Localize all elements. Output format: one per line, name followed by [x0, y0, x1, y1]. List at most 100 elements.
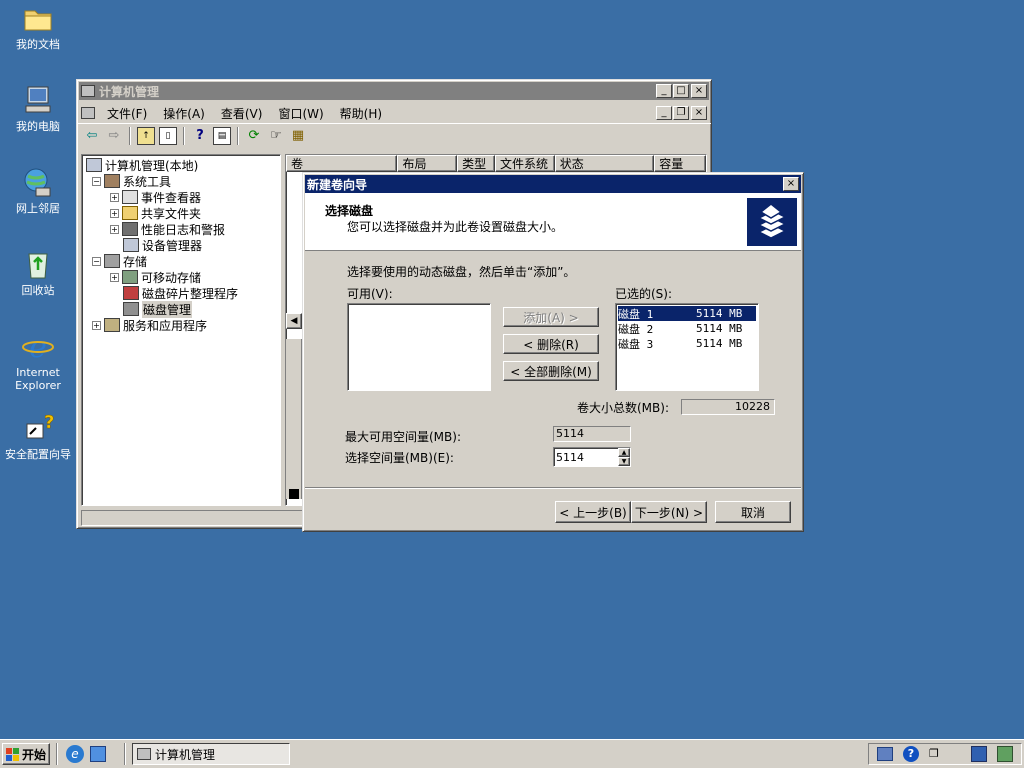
desktop-icon-recycle-bin[interactable]: 回收站: [0, 248, 76, 297]
disk-size: 5114 MB: [696, 322, 743, 335]
list-item[interactable]: 磁盘 1 5114 MB: [618, 306, 756, 321]
scroll-left-button[interactable]: ◀: [286, 313, 302, 329]
tree-item-shared-folders[interactable]: + 共享文件夹: [86, 205, 276, 221]
column-header-type[interactable]: 类型: [457, 155, 495, 172]
tree-item-computer-management[interactable]: 计算机管理(本地): [86, 157, 276, 173]
disk-size: 5114 MB: [696, 307, 743, 320]
disk-name: 磁盘 3: [618, 337, 654, 351]
spin-down-button[interactable]: ▼: [618, 457, 630, 466]
taskbar-button-computer-management[interactable]: 计算机管理: [132, 743, 290, 765]
toolbar: ⇦ ⇨ ↑ ▯ ? ▤ ⟳ ☞ ▦: [77, 123, 711, 147]
dialog-close-button[interactable]: ×: [783, 177, 799, 191]
menu-window[interactable]: 窗口(W): [270, 105, 331, 122]
remove-all-button[interactable]: < 全部删除(M): [503, 361, 599, 381]
next-button[interactable]: 下一步(N) >: [631, 501, 707, 523]
dialog-title: 新建卷向导: [307, 177, 368, 192]
collapse-icon[interactable]: −: [92, 256, 101, 266]
wizard-header-subtitle: 您可以选择磁盘并为此卷设置磁盘大小。: [347, 220, 564, 234]
show-hide-tree-icon[interactable]: ▯: [159, 126, 177, 145]
tree-item-label: 共享文件夹: [141, 206, 202, 221]
recycle-tray-icon[interactable]: [997, 746, 1013, 762]
start-button[interactable]: 开始: [2, 743, 50, 765]
column-header-filesystem[interactable]: 文件系统: [495, 155, 555, 172]
tree-item-storage[interactable]: − 存储: [86, 253, 276, 269]
list-item[interactable]: 磁盘 3 5114 MB: [618, 336, 756, 351]
disk-stack-icon: [747, 198, 797, 246]
network-globe-icon: [22, 166, 54, 198]
tree-item-label: 服务和应用程序: [123, 318, 208, 333]
available-label: 可用(V):: [347, 287, 393, 301]
expand-icon[interactable]: +: [110, 192, 119, 202]
dialog-titlebar[interactable]: 新建卷向导 ×: [305, 175, 801, 193]
minimize-button[interactable]: _: [656, 84, 672, 98]
network-tray-icon[interactable]: [877, 747, 893, 761]
menu-view[interactable]: 查看(V): [213, 105, 271, 122]
back-arrow-icon[interactable]: ⇦: [83, 127, 101, 145]
desktop-icon-network[interactable]: 网上邻居: [0, 166, 76, 215]
disk-size: 5114 MB: [696, 337, 743, 350]
export-list-icon[interactable]: ☞: [267, 127, 285, 145]
child-minimize-button[interactable]: _: [656, 106, 672, 120]
shared-folder-icon: [122, 206, 138, 220]
tree-item-defragmenter[interactable]: 磁盘碎片整理程序: [86, 285, 276, 301]
back-button[interactable]: < 上一步(B): [555, 501, 631, 523]
list-item[interactable]: 磁盘 2 5114 MB: [618, 321, 756, 336]
spin-up-button[interactable]: ▲: [618, 448, 630, 457]
performance-icon: [122, 222, 138, 236]
refresh-icon[interactable]: ⟳: [245, 127, 263, 145]
tree-item-device-manager[interactable]: 设备管理器: [86, 237, 276, 253]
tree-item-removable-storage[interactable]: + 可移动存储: [86, 269, 276, 285]
select-space-input[interactable]: [556, 449, 616, 465]
column-header-status[interactable]: 状态: [554, 155, 655, 172]
tree-item-disk-management[interactable]: 磁盘管理: [86, 300, 276, 318]
desktop-icon-internet-explorer[interactable]: e Internet Explorer: [0, 330, 76, 392]
system-tray: ? ❐: [868, 743, 1022, 765]
selected-disks-list[interactable]: 磁盘 1 5114 MB 磁盘 2 5114 MB 磁盘 3 5114 MB: [615, 303, 759, 391]
tree-item-performance-logs[interactable]: + 性能日志和警报: [86, 221, 276, 237]
menu-help[interactable]: 帮助(H): [332, 105, 390, 122]
defragmenter-icon: [123, 286, 139, 300]
menu-file[interactable]: 文件(F): [99, 105, 155, 122]
expand-icon[interactable]: +: [92, 320, 101, 330]
network-connections-tray-icon[interactable]: [971, 746, 987, 762]
quick-launch-desktop-icon[interactable]: [90, 746, 106, 762]
forward-arrow-icon[interactable]: ⇨: [105, 127, 123, 145]
column-header-layout[interactable]: 布局: [397, 155, 458, 172]
close-button[interactable]: ×: [691, 84, 707, 98]
tree-item-label: 性能日志和警报: [141, 222, 226, 237]
column-header-volume[interactable]: 卷: [286, 155, 398, 172]
maximize-button[interactable]: □: [673, 84, 689, 98]
tree-item-system-tools[interactable]: − 系统工具: [86, 173, 276, 189]
help-tray-icon[interactable]: ?: [903, 746, 919, 762]
desktop-icon-label: 安全配置向导: [5, 448, 71, 461]
help-icon[interactable]: ?: [191, 127, 209, 145]
tree-item-event-viewer[interactable]: + 事件查看器: [86, 189, 276, 205]
desktop-icon-my-documents[interactable]: 我的文档: [0, 2, 76, 51]
add-button[interactable]: 添加(A) >: [503, 307, 599, 327]
properties-icon[interactable]: ▤: [213, 126, 231, 145]
quick-launch-ie-icon[interactable]: e: [66, 745, 84, 763]
column-header-capacity[interactable]: 容量: [654, 155, 706, 172]
up-folder-icon[interactable]: ↑: [137, 126, 155, 145]
desktop-icon-my-computer[interactable]: 我的电脑: [0, 84, 76, 133]
expand-icon[interactable]: +: [110, 208, 119, 218]
tree-pane: 计算机管理(本地) − 系统工具 + 事件查看器 + 共享文件夹 + 性能日志和…: [81, 154, 281, 506]
max-space-value: 5114: [553, 426, 631, 442]
menu-action[interactable]: 操作(A): [155, 105, 213, 122]
tree-item-services-apps[interactable]: + 服务和应用程序: [86, 317, 276, 333]
window-titlebar[interactable]: 计算机管理 _ □ ×: [79, 82, 709, 100]
remove-button[interactable]: < 删除(R): [503, 334, 599, 354]
disk-props-icon[interactable]: ▦: [289, 127, 307, 145]
expand-icon[interactable]: +: [110, 224, 119, 234]
child-close-button[interactable]: ×: [691, 106, 707, 120]
windows-tray-icon[interactable]: ❐: [929, 747, 941, 761]
expand-icon[interactable]: +: [110, 272, 119, 282]
desktop-icon-security-wizard[interactable]: ? 安全配置向导: [0, 412, 76, 461]
available-disks-list[interactable]: [347, 303, 491, 391]
child-restore-button[interactable]: ❐: [673, 106, 689, 120]
collapse-icon[interactable]: −: [92, 176, 101, 186]
tree-item-label: 计算机管理(本地): [105, 158, 199, 173]
cancel-button[interactable]: 取消: [715, 501, 791, 523]
select-space-spinbox[interactable]: ▲ ▼: [553, 447, 631, 467]
tree-item-label: 存储: [123, 254, 148, 269]
